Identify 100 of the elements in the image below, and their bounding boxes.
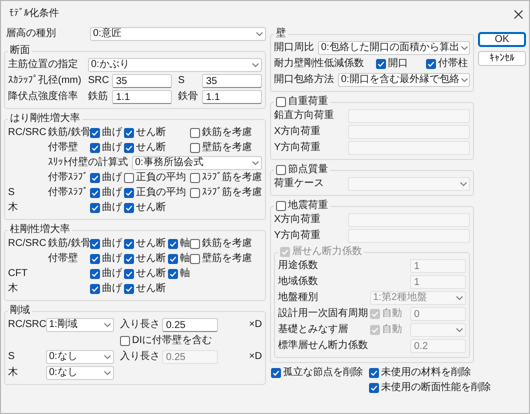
chevron-down-icon — [256, 32, 263, 36]
field-label: 標準層せん断力係数 — [278, 340, 369, 352]
close-icon[interactable] — [514, 10, 523, 18]
chevron-down-icon — [252, 63, 259, 67]
checkbox[interactable]: せん断 — [124, 201, 190, 215]
input-field[interactable]: 35 — [112, 74, 172, 88]
field-label: ×D — [248, 351, 262, 363]
input-field[interactable]: 1.1 — [112, 90, 172, 104]
dropdown[interactable]: 0:なし — [46, 366, 114, 380]
dropdown[interactable]: 0:包絡した開口の面積から算出 — [318, 41, 470, 55]
checkbox[interactable]: 軸 — [168, 237, 190, 251]
dropdown[interactable]: 0:開口を含む最外縁で包絡 — [338, 73, 470, 87]
field-label: 入り長さ — [120, 351, 161, 363]
checkbox[interactable]: せん断 — [124, 126, 190, 140]
checkbox[interactable]: せん断 — [124, 252, 168, 266]
dropdown[interactable]: 0:意匠 — [90, 27, 266, 41]
dropdown[interactable]: 1:剛域 — [46, 318, 114, 332]
field-label: 鉄筋/鉄骨 — [48, 238, 91, 250]
checkbox[interactable]: せん断 — [124, 237, 168, 251]
field-label: 付帯壁 — [48, 142, 78, 154]
field-label: 鉄骨 — [178, 91, 199, 103]
field-label: RC/SRC — [8, 319, 46, 331]
input-field[interactable]: 0.25 — [162, 318, 218, 332]
checkbox[interactable]: 軸 — [168, 252, 190, 266]
group-title: 剛域 — [10, 305, 30, 317]
field-label: 鉄筋 — [88, 91, 109, 103]
field-label: ｽﾘｯﾄ付壁の計算式 — [48, 157, 128, 169]
field-label: 付帯ｽﾗﾌﾞ — [48, 187, 88, 199]
input-field[interactable]: 35 — [202, 74, 262, 88]
dropdown[interactable]: 0:なし — [46, 350, 114, 364]
checkbox[interactable]: 未使用の材料を削除 — [369, 366, 491, 380]
field-label: 主筋位置の指定 — [8, 59, 79, 71]
check-icon — [427, 60, 435, 68]
checkbox[interactable]: 壁筋を考慮 — [190, 141, 262, 155]
checkbox[interactable]: 地震荷重 — [276, 199, 328, 213]
group-title: はり剛性増大率 — [10, 113, 80, 125]
checkbox[interactable]: せん断 — [124, 267, 168, 281]
field-label: 開口周比 — [274, 42, 314, 54]
dialog-button[interactable]: OK — [478, 32, 526, 47]
field-label: 付帯ｽﾗﾌﾞ — [48, 172, 88, 184]
dropdown[interactable]: 0:かぶり — [88, 58, 262, 72]
dropdown[interactable]: 0:事務所協会式 — [132, 156, 262, 170]
field-label: X方向荷重 — [274, 214, 322, 226]
check-icon — [377, 60, 385, 68]
field-label: 木 — [8, 367, 19, 379]
field-label: 付帯壁 — [48, 253, 78, 265]
field-label: 耐力壁剛性低減係数 — [274, 58, 364, 70]
checkbox[interactable]: せん断 — [124, 282, 168, 296]
field-label: 基礎とみなす層 — [278, 324, 349, 336]
checkbox[interactable]: 鉄筋を考慮 — [190, 126, 262, 140]
field-label: 地域係数 — [278, 276, 319, 288]
field-label: RC/SRC — [8, 238, 46, 250]
checkbox[interactable]: 曲げ — [90, 237, 124, 251]
field-label: SRC — [88, 75, 110, 87]
field-label: 入り長さ — [120, 319, 161, 331]
checkbox[interactable]: 自重荷重 — [276, 95, 328, 109]
checkbox[interactable]: 軸 — [168, 267, 190, 281]
checkbox[interactable]: 孤立な節点を削除 — [271, 366, 363, 380]
checkbox[interactable]: 曲げ — [90, 267, 124, 281]
input-field[interactable]: 1.1 — [202, 90, 262, 104]
field-label: ×D — [248, 319, 262, 331]
checkbox[interactable]: せん断 — [124, 141, 190, 155]
checkbox[interactable]: 曲げ — [90, 186, 124, 200]
field-label: S — [178, 75, 186, 87]
field-label: 木 — [8, 202, 18, 214]
group-title: 壁 — [276, 28, 286, 40]
group-title: 断面 — [10, 45, 30, 57]
checkbox[interactable]: DIに付帯壁を含む — [120, 334, 212, 348]
checkbox[interactable]: 曲げ — [90, 201, 124, 215]
checkbox[interactable]: 節点質量 — [276, 163, 328, 177]
field-label: CFT — [8, 268, 28, 280]
field-label: S — [8, 351, 16, 363]
checkbox[interactable]: 鉄筋を考慮 — [190, 237, 262, 251]
group-title: 柱剛性増大率 — [10, 224, 70, 236]
dialog-button[interactable]: ｷｬﾝｾﾙ — [478, 51, 526, 66]
checkbox[interactable]: ｽﾗﾌﾞ筋を考慮 — [190, 171, 262, 185]
checkbox[interactable]: 未使用の断面性能を削除 — [369, 381, 491, 395]
field-label: S — [8, 187, 15, 199]
chevron-down-icon — [104, 355, 111, 359]
checkbox[interactable]: 曲げ — [90, 126, 124, 140]
chevron-down-icon — [104, 371, 111, 375]
checkbox[interactable]: 開口 — [376, 57, 408, 71]
chevron-down-icon — [456, 296, 463, 300]
checkbox[interactable]: 正負の平均 — [124, 171, 190, 185]
field-label: 降伏点強度倍率 — [8, 91, 79, 103]
checkbox[interactable]: 曲げ — [90, 141, 124, 155]
checkbox[interactable]: 曲げ — [90, 252, 124, 266]
checkbox[interactable]: 曲げ — [90, 171, 124, 185]
checkbox[interactable]: 付帯柱 — [426, 57, 468, 71]
chevron-down-icon — [460, 182, 467, 186]
checkbox[interactable]: 壁筋を考慮 — [190, 252, 262, 266]
checkbox[interactable]: 正負の平均 — [124, 186, 190, 200]
chevron-down-icon — [104, 323, 111, 327]
field-label: 地盤種別 — [278, 292, 319, 304]
field-label: 鉛直方向荷重 — [274, 110, 335, 122]
field-label: 開口包絡方法 — [274, 74, 334, 86]
checkbox[interactable]: 曲げ — [90, 282, 124, 296]
field-label: 木 — [8, 283, 18, 295]
check-icon — [272, 369, 280, 377]
checkbox[interactable]: ｽﾗﾌﾞ筋を考慮 — [190, 186, 262, 200]
